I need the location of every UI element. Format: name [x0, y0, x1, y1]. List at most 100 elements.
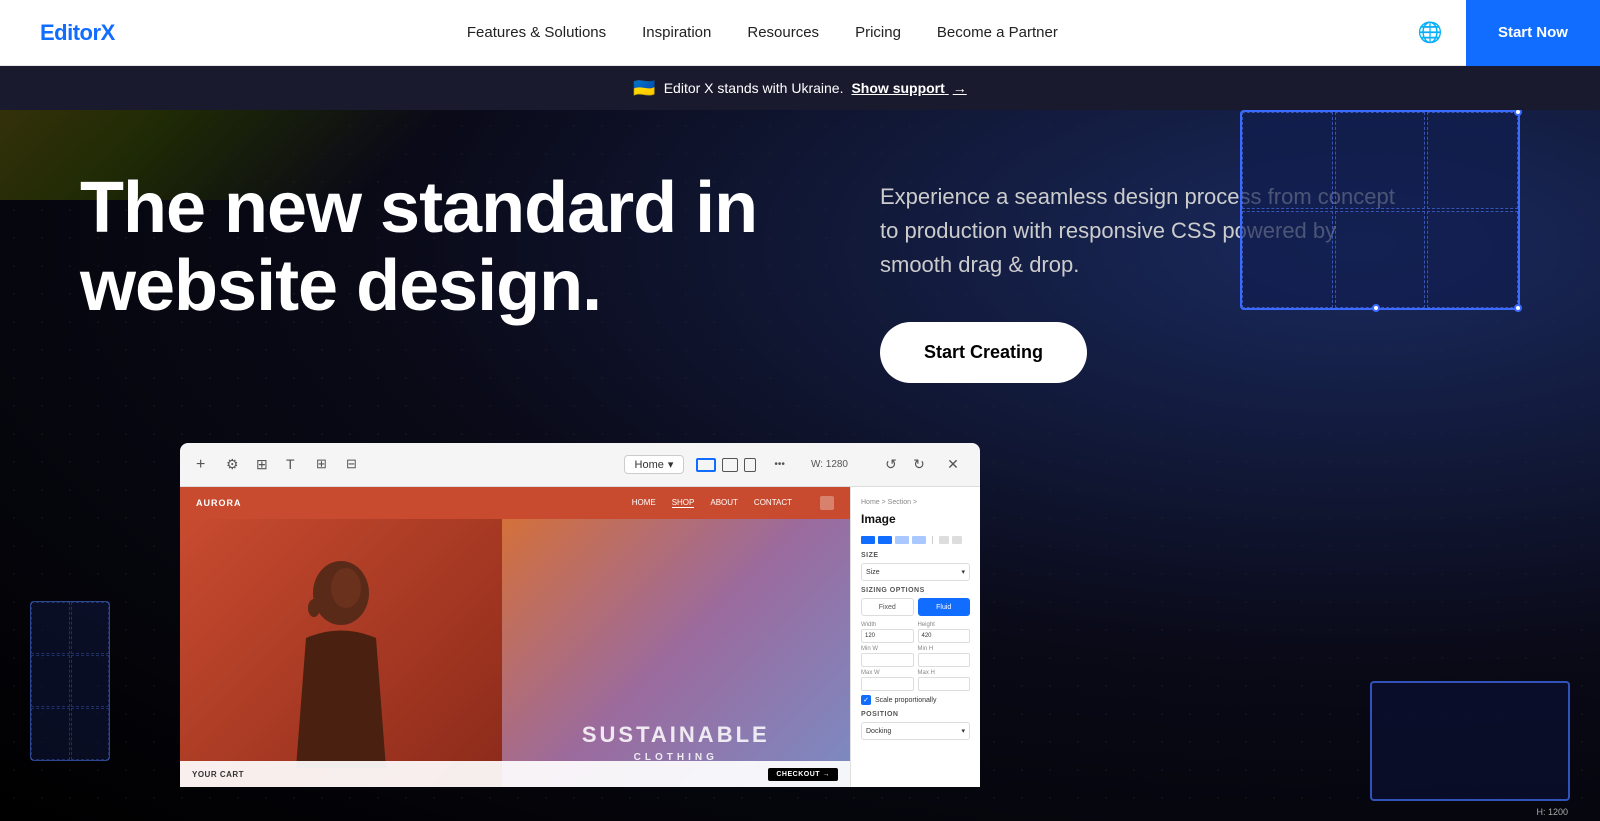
hero-left: The new standard in website design. [80, 170, 780, 326]
max-h-input[interactable] [918, 677, 971, 691]
floating-left-cell-5 [31, 708, 70, 760]
properties-panel: Home > Section > Image SIZE Size ▾ [850, 487, 980, 787]
navbar: EditorX Features & Solutions Inspiration… [0, 0, 1600, 66]
scale-row: ✓ Scale proportionally [861, 695, 970, 705]
max-w-field: Max W [861, 670, 914, 691]
website-nav: AURORA HOME SHOP ABOUT CONTACT [180, 487, 850, 519]
height-input[interactable]: 420 [918, 629, 971, 643]
website-cart-icon[interactable] [820, 496, 834, 510]
nav-become-partner[interactable]: Become a Partner [937, 24, 1058, 41]
height-label: Height [918, 622, 971, 628]
scale-checkbox[interactable]: ✓ [861, 695, 871, 705]
min-w-input[interactable] [861, 653, 914, 667]
nav-resources[interactable]: Resources [747, 24, 819, 41]
panel-breadcrumb: Home > Section > [861, 499, 970, 506]
align-btn-4[interactable] [912, 536, 926, 544]
max-w-input[interactable] [861, 677, 914, 691]
panel-position-dropdown[interactable]: Docking ▾ [861, 722, 970, 740]
ukraine-banner-text: Editor X stands with Ukraine. [664, 80, 844, 96]
sustainable-section: SUSTAINABLE CLOTHING [502, 519, 850, 787]
panel-size-dropdown[interactable]: Size ▾ [861, 563, 970, 581]
min-h-input[interactable] [918, 653, 971, 667]
toolbar-layers-icon[interactable]: ⊞ [256, 456, 274, 474]
fixed-sizing-btn[interactable]: Fixed [861, 598, 914, 616]
max-w-label: Max W [861, 670, 914, 676]
cart-bar: YOUR CART CHECKOUT → [180, 761, 850, 787]
align-btn-5[interactable] [939, 536, 949, 544]
editor-main: AURORA HOME SHOP ABOUT CONTACT [180, 487, 980, 787]
start-now-button[interactable]: Start Now [1466, 0, 1600, 66]
align-btn-6[interactable] [952, 536, 962, 544]
toolbar-home-selector[interactable]: Home ▾ [624, 455, 685, 474]
floating-left-element [30, 601, 110, 761]
ukraine-banner: 🇺🇦 Editor X stands with Ukraine. Show su… [0, 66, 1600, 110]
editor-close-button[interactable]: ✕ [942, 454, 964, 476]
grid-cell-6 [1427, 211, 1518, 308]
grid-handle-bottom-right[interactable] [1514, 304, 1522, 312]
floating-left-cell-1 [31, 602, 70, 654]
mobile-view-icon[interactable] [744, 458, 756, 472]
navbar-right: 🌐 Start Now [1410, 0, 1600, 66]
website-nav-shop[interactable]: SHOP [672, 498, 695, 508]
website-nav-links: HOME SHOP ABOUT CONTACT [632, 498, 792, 508]
toolbar-more[interactable]: ••• [774, 459, 785, 470]
website-brand: AURORA [196, 498, 242, 508]
nav-features-solutions[interactable]: Features & Solutions [467, 24, 606, 41]
width-field: Width 120 [861, 622, 914, 643]
checkout-button[interactable]: CHECKOUT → [768, 768, 838, 781]
toolbar-grid-icon[interactable]: ⊞ [316, 456, 334, 474]
website-nav-about[interactable]: ABOUT [710, 498, 738, 508]
floating-left-cell-4 [71, 655, 110, 707]
align-btn-3[interactable] [895, 536, 909, 544]
toolbar-table-icon[interactable]: ⊟ [346, 456, 364, 474]
width-label: Width [861, 622, 914, 628]
brand-suffix: X [101, 20, 115, 45]
width-input[interactable]: 120 [861, 629, 914, 643]
panel-sizing-options-label: Sizing Options [861, 587, 970, 594]
sustainable-text: SUSTAINABLE [582, 722, 770, 748]
min-h-field: Min H [918, 646, 971, 667]
brand-logo[interactable]: EditorX [40, 20, 115, 46]
person-image-section [180, 519, 502, 787]
align-divider [932, 536, 933, 544]
height-field: Height 420 [918, 622, 971, 643]
start-creating-button[interactable]: Start Creating [880, 322, 1087, 383]
website-preview: AURORA HOME SHOP ABOUT CONTACT [180, 487, 850, 787]
align-btn-2[interactable] [878, 536, 892, 544]
floating-grid-element [1240, 110, 1520, 310]
max-h-label: Max H [918, 670, 971, 676]
nav-pricing[interactable]: Pricing [855, 24, 901, 41]
panel-title: Image [861, 512, 970, 526]
nav-inspiration[interactable]: Inspiration [642, 24, 711, 41]
website-nav-home[interactable]: HOME [632, 498, 656, 508]
desktop-view-icon[interactable] [696, 458, 716, 472]
redo-button[interactable]: ↻ [908, 454, 930, 476]
panel-align-row [861, 536, 970, 544]
checkbox-check-icon: ✓ [863, 696, 869, 704]
grid-handle-bottom-left[interactable] [1372, 304, 1380, 312]
grid-cell-2 [1335, 112, 1426, 209]
editor-preview: + ⚙ ⊞ T ⊞ ⊟ Home ▾ ••• W: 1280 ↺ ↻ ✕ [180, 443, 980, 787]
website-nav-contact[interactable]: CONTACT [754, 498, 792, 508]
width-row: Width 120 Height 420 [861, 622, 970, 643]
language-icon[interactable]: 🌐 [1410, 13, 1450, 53]
toolbar-add-icon[interactable]: + [196, 456, 214, 474]
website-body: SUSTAINABLE CLOTHING [180, 519, 850, 787]
floating-bottom-right-element: H: 1200 [1370, 681, 1570, 801]
toolbar-settings-icon[interactable]: ⚙ [226, 456, 244, 474]
grid-cell-3 [1427, 112, 1518, 209]
tablet-view-icon[interactable] [722, 458, 738, 472]
editor-toolbar: + ⚙ ⊞ T ⊞ ⊟ Home ▾ ••• W: 1280 ↺ ↻ ✕ [180, 443, 980, 487]
fluid-sizing-btn[interactable]: Fluid [918, 598, 971, 616]
align-btn-1[interactable] [861, 536, 875, 544]
maxwh-row: Max W Max H [861, 670, 970, 691]
min-h-label: Min H [918, 646, 971, 652]
toolbar-view-icons [696, 458, 756, 472]
scale-label: Scale proportionally [875, 697, 936, 704]
undo-button[interactable]: ↺ [880, 454, 902, 476]
hero-section: The new standard in website design. Expe… [0, 0, 1600, 821]
grid-cell-4 [1242, 211, 1333, 308]
toolbar-text-icon[interactable]: T [286, 456, 304, 474]
show-support-link[interactable]: Show support → [851, 80, 966, 96]
min-w-field: Min W [861, 646, 914, 667]
